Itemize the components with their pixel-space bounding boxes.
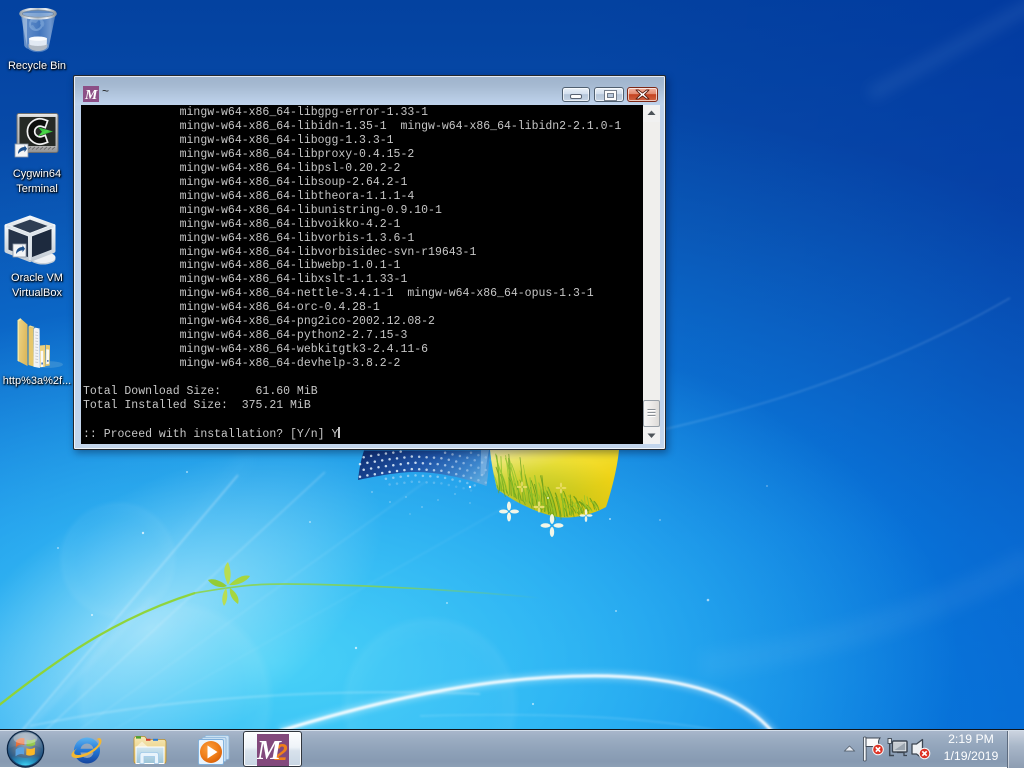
svg-text:M: M: [257, 735, 282, 765]
svg-text:M: M: [84, 88, 98, 102]
